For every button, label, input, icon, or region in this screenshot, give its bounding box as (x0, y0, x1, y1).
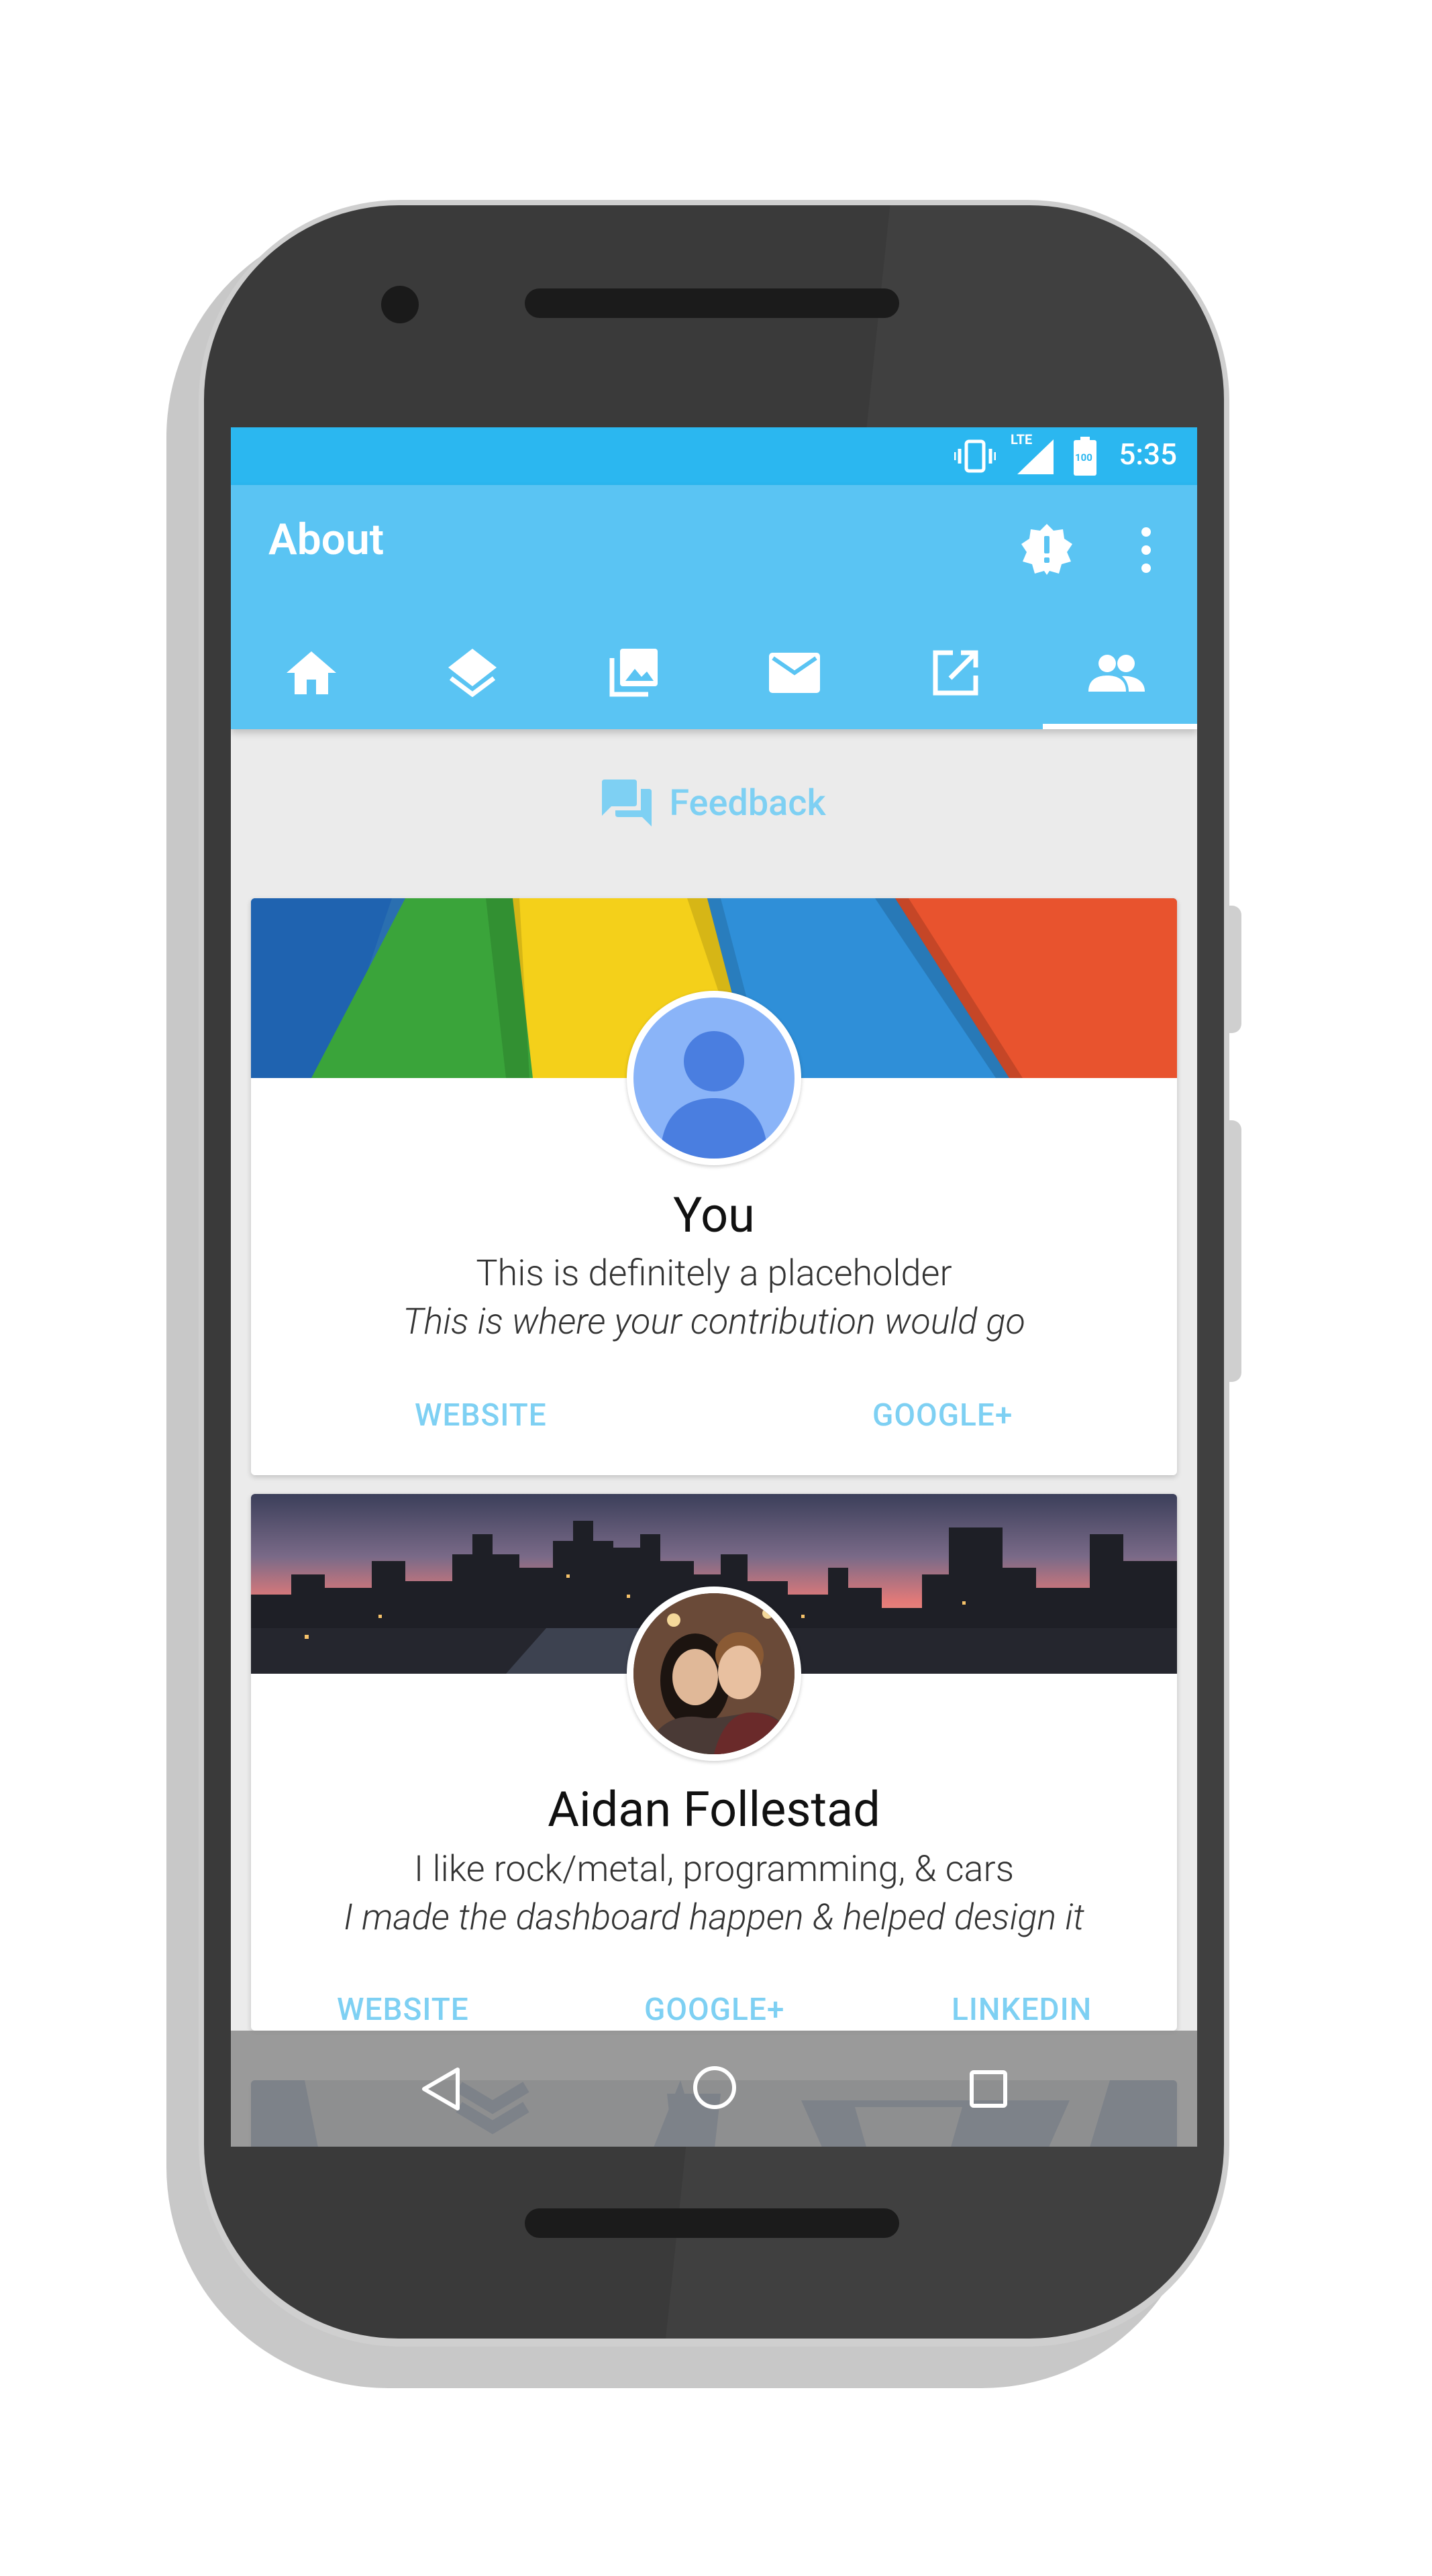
home-circle-icon[interactable] (693, 2065, 737, 2110)
vibrate-icon (954, 439, 996, 473)
badge-alert-icon[interactable] (1020, 523, 1074, 576)
website-button[interactable]: WEBSITE (337, 1992, 469, 2028)
page-title: About (268, 515, 385, 565)
contributor-role: I made the dashboard happen & helped des… (344, 1896, 1084, 1939)
contributor-bio: This is definitely a placeholder (476, 1252, 952, 1295)
website-button[interactable]: WEBSITE (415, 1397, 547, 1434)
top-speaker (525, 288, 899, 318)
photo-library-icon (609, 649, 658, 697)
tab-open-external[interactable] (875, 616, 1036, 729)
tab-photos[interactable] (553, 616, 714, 729)
tab-layers[interactable] (392, 616, 553, 729)
battery-level-label: 100 (1075, 451, 1092, 464)
recents-icon[interactable] (969, 2070, 1008, 2108)
tab-bar (231, 616, 1197, 729)
status-time: 5:35 (1119, 437, 1177, 472)
feedback-label: Feedback (669, 782, 826, 824)
tab-selected-indicator (1043, 724, 1197, 729)
power-button (1225, 906, 1241, 1033)
person-placeholder-icon (660, 1031, 768, 1159)
contributor-name: Aidan Follestad (548, 1781, 880, 1838)
google-plus-button[interactable]: GOOGLE+ (644, 1992, 784, 2028)
bottom-speaker (525, 2208, 899, 2238)
feedback-button[interactable]: Feedback (231, 763, 1197, 843)
screen: LTE 100 5:35 About Feedback You This is … (231, 427, 1197, 2147)
layers-icon (448, 649, 497, 697)
profile-photo (633, 1593, 795, 1754)
volume-button (1225, 1120, 1241, 1382)
front-camera (381, 286, 419, 323)
navigation-bar (231, 2031, 1197, 2147)
more-vert-icon[interactable] (1139, 527, 1153, 574)
tab-home[interactable] (231, 616, 392, 729)
tab-people[interactable] (1036, 616, 1197, 729)
tab-email[interactable] (714, 616, 875, 729)
email-icon (769, 653, 820, 693)
back-icon[interactable] (420, 2065, 462, 2112)
forum-icon (602, 780, 652, 826)
contributor-name: You (673, 1187, 755, 1244)
home-icon (287, 651, 336, 694)
contributor-role: This is where your contribution would go (403, 1301, 1025, 1343)
contributor-card: You This is definitely a placeholder Thi… (251, 898, 1177, 1475)
app-bar: About (231, 485, 1197, 729)
avatar (627, 991, 801, 1165)
contributor-bio: I like rock/metal, programming, & cars (413, 1848, 1015, 1890)
avatar (627, 1587, 801, 1761)
status-bar: LTE 100 5:35 (231, 427, 1197, 485)
signal-icon (1017, 439, 1054, 474)
linkedin-button[interactable]: LINKEDIN (952, 1992, 1092, 2028)
contributor-card: Aidan Follestad I like rock/metal, progr… (251, 1494, 1177, 2031)
google-plus-button[interactable]: GOOGLE+ (872, 1397, 1013, 1434)
open-in-new-icon (933, 650, 978, 696)
people-icon (1088, 655, 1145, 692)
